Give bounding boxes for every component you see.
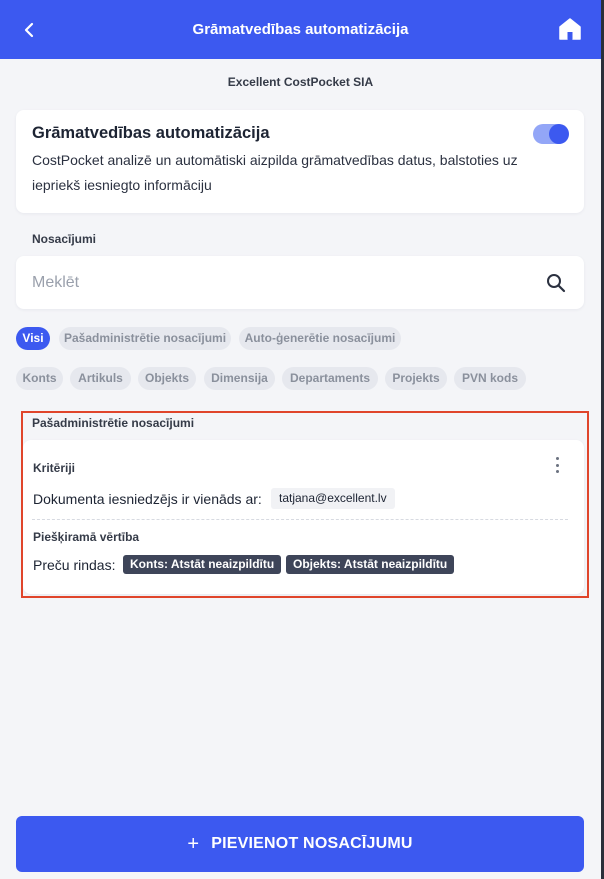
chevron-left-icon — [24, 22, 34, 38]
add-condition-button[interactable]: + PIEVIENOT NOSACĪJUMU — [16, 816, 584, 872]
category-chip-pvn-kods[interactable]: PVN kods — [454, 367, 526, 390]
category-chip-konts[interactable]: Konts — [16, 367, 63, 390]
page-title: Grāmatvedības automatizācija — [192, 21, 409, 38]
add-condition-label: PIEVIENOT NOSACĪJUMU — [211, 835, 413, 852]
automation-toggle[interactable] — [533, 124, 569, 144]
highlight-box — [21, 411, 589, 598]
app-header: Grāmatvedības automatizācija — [0, 0, 601, 59]
filter-chip-all[interactable]: Visi — [16, 327, 50, 350]
category-chip-departaments[interactable]: Departaments — [282, 367, 378, 390]
search-icon[interactable] — [546, 273, 566, 293]
search-input[interactable] — [32, 273, 532, 292]
search-box — [16, 256, 584, 309]
category-chip-objekts[interactable]: Objekts — [138, 367, 196, 390]
automation-title: Grāmatvedības automatizācija — [32, 124, 270, 142]
toggle-knob — [549, 124, 569, 144]
category-chip-dimensija[interactable]: Dimensija — [204, 367, 275, 390]
plus-icon: + — [187, 832, 200, 855]
conditions-label: Nosacījumi — [32, 232, 97, 246]
category-chip-projekts[interactable]: Projekts — [385, 367, 447, 390]
home-button[interactable] — [557, 16, 583, 42]
home-icon — [559, 18, 581, 40]
filter-chip-self-administered[interactable]: Pašadministrētie nosacījumi — [59, 327, 231, 350]
automation-card: Grāmatvedības automatizācija CostPocket … — [16, 110, 584, 213]
automation-description: CostPocket analizē un automātiski aizpil… — [32, 152, 518, 193]
filter-chip-auto-generated[interactable]: Auto-ģenerētie nosacījumi — [239, 327, 401, 350]
category-chip-artikuls[interactable]: Artikuls — [70, 367, 131, 390]
back-button[interactable] — [18, 18, 40, 42]
company-name: Excellent CostPocket SIA — [227, 75, 374, 89]
